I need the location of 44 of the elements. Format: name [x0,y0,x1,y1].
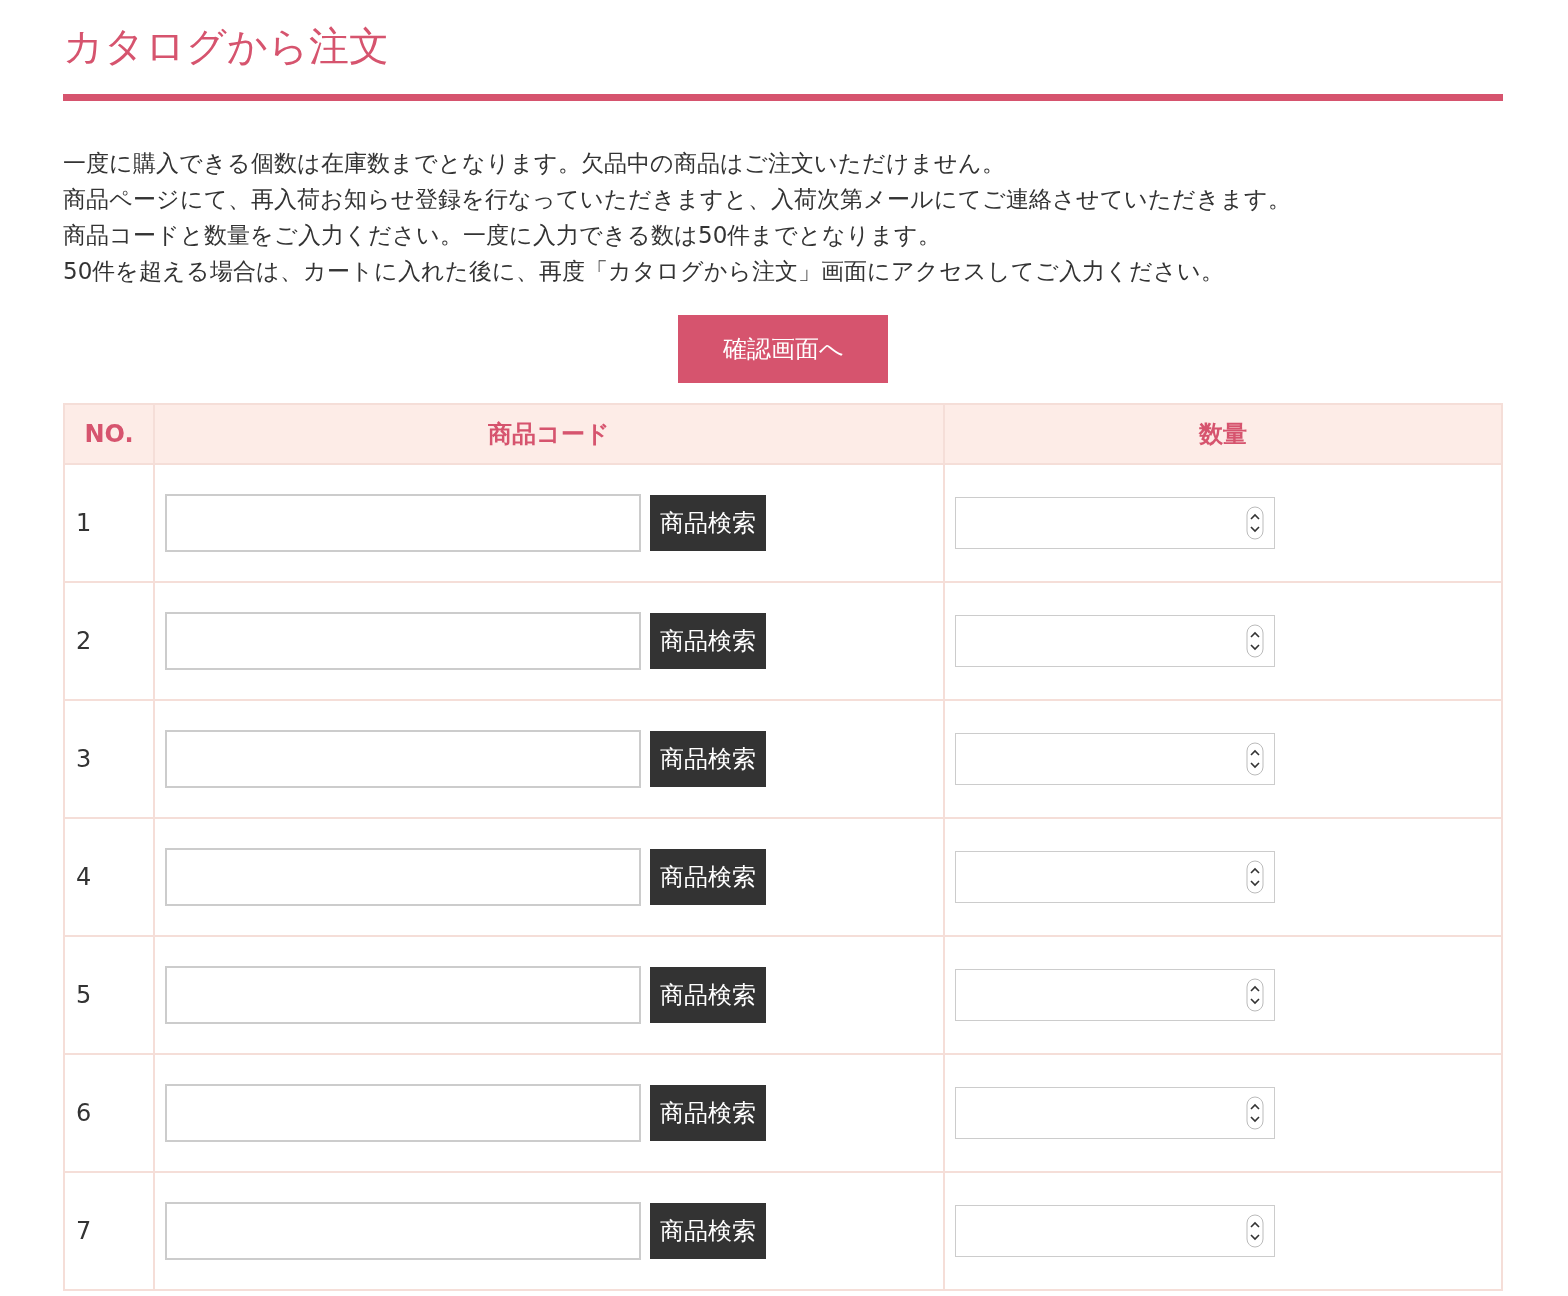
confirm-button[interactable]: 確認画面へ [678,315,888,383]
spinner-icon[interactable] [1246,742,1264,776]
row-number: 7 [76,1217,92,1245]
column-header: 商品コード [154,404,944,464]
product-code-field[interactable] [165,612,641,670]
product-search-button[interactable]: 商品検索 [650,967,766,1023]
product-code-field[interactable] [165,730,641,788]
spinner-icon[interactable] [1246,978,1264,1012]
spinner-icon[interactable] [1246,860,1264,894]
product-code-field[interactable] [165,966,641,1024]
column-header: 数量 [944,404,1502,464]
product-search-button[interactable]: 商品検索 [650,849,766,905]
quantity-field[interactable] [955,497,1275,549]
row-number: 6 [76,1099,92,1127]
row-number: 3 [76,745,92,773]
product-code-field[interactable] [165,848,641,906]
notice-text: 一度に購入できる個数は在庫数までとなります。欠品中の商品はご注文いただけません。 [63,149,1006,178]
page-title: カタログから注文 [63,22,390,71]
spinner-icon[interactable] [1246,1096,1264,1130]
row-number: 1 [76,509,92,537]
row-number: 2 [76,627,92,655]
quantity-field[interactable] [955,969,1275,1021]
notice-text: 50件を超える場合は、カートに入れた後に、再度「カタログから注文」画面にアクセスしてご入力ください。 [63,257,1226,286]
quantity-field[interactable] [955,851,1275,903]
spinner-icon[interactable] [1246,624,1264,658]
product-search-button[interactable]: 商品検索 [650,1085,766,1141]
row-number: 5 [76,981,92,1009]
spinner-icon[interactable] [1246,506,1264,540]
product-search-button[interactable]: 商品検索 [650,495,766,551]
quantity-field[interactable] [955,733,1275,785]
row-number: 4 [76,863,92,891]
product-search-button[interactable]: 商品検索 [650,613,766,669]
product-code-field[interactable] [165,1084,641,1142]
spinner-icon[interactable] [1246,1214,1264,1248]
quantity-field[interactable] [955,615,1275,667]
notice-text: 商品コードと数量をご入力ください。一度に入力できる数は50件までとなります。 [63,221,943,250]
product-code-field[interactable] [165,494,641,552]
product-code-field[interactable] [165,1202,641,1260]
notice-text: 商品ページにて、再入荷お知らせ登録を行なっていただきますと、入荷次第メールにてご連絡させていただきます。 [63,185,1292,214]
column-header: NO. [64,404,154,464]
product-search-button[interactable]: 商品検索 [650,731,766,787]
product-search-button[interactable]: 商品検索 [650,1203,766,1259]
quantity-field[interactable] [955,1087,1275,1139]
quantity-field[interactable] [955,1205,1275,1257]
